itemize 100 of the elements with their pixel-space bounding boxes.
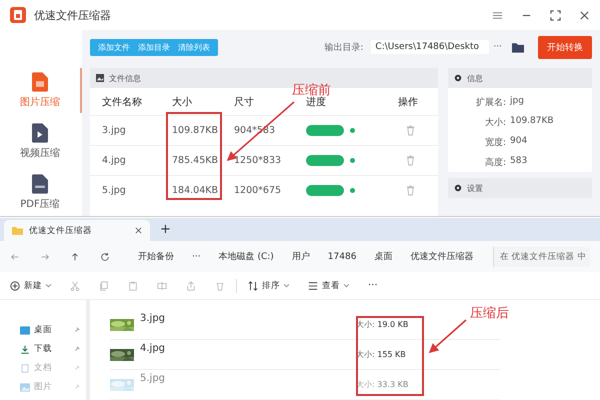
breadcrumb-item[interactable]: 优速文件压缩器 (410, 250, 474, 264)
search-field[interactable]: 在 优速文件压缩器 中 (493, 246, 590, 267)
folder-icon[interactable] (512, 42, 524, 52)
table-cell-text: 3.jpg (102, 125, 127, 136)
field-value: jpg (510, 96, 525, 108)
annotation-label: 压缩前 (292, 84, 331, 97)
breadcrumb-item[interactable]: 开始备份 (138, 250, 174, 264)
file-name: 4.jpg (140, 343, 166, 354)
gear-icon (454, 74, 462, 82)
fullscreen-icon[interactable] (550, 10, 561, 20)
table-cell-text: 785.45KB (172, 155, 219, 166)
menu-icon[interactable] (492, 10, 503, 20)
start-button[interactable]: 开始转换 (538, 36, 592, 58)
field-label: 高度: (484, 156, 506, 169)
pin-icon[interactable] (74, 346, 80, 352)
sidebar-item[interactable]: 图片压缩 (0, 68, 82, 113)
breadcrumb-item[interactable]: 用户 (292, 250, 310, 264)
column-header: 尺寸 (234, 96, 254, 108)
trash-icon[interactable] (406, 155, 415, 166)
sort-button[interactable]: 排序 (248, 280, 289, 292)
scissors-icon[interactable] (70, 280, 80, 290)
table-cell-text: 4.jpg (102, 155, 127, 166)
file-name: 3.jpg (140, 313, 166, 324)
panel-title: 文件信息 (109, 72, 141, 84)
new-button[interactable]: 新建 (10, 280, 51, 292)
caret-icon (284, 284, 289, 288)
table-cell-text: 1200*675 (234, 185, 282, 196)
table-cell-text: 184.04KB (172, 185, 219, 196)
progress-bar (306, 125, 344, 136)
nav-label: 图片 (34, 381, 53, 393)
new-tab-button[interactable]: + (160, 222, 171, 238)
breadcrumb-item[interactable]: ··· (192, 252, 201, 262)
column-header: 操作 (398, 96, 418, 108)
nav-label: 下载 (34, 343, 53, 355)
trash-icon[interactable] (406, 185, 415, 196)
breadcrumb-item[interactable]: 桌面 (374, 250, 392, 264)
panel-title: 设置 (467, 182, 483, 194)
sidebar-item[interactable]: PDF压缩 (0, 170, 82, 215)
back-arrow-icon[interactable] (10, 252, 20, 262)
field-label: 扩展名: (474, 96, 506, 109)
caret-icon (344, 284, 349, 288)
field-label: 宽度: (484, 136, 506, 149)
video-file-icon (32, 123, 48, 143)
list-icon (308, 280, 318, 290)
sort-arrows-icon (248, 280, 258, 290)
window-title: 优速文件压缩器 (34, 8, 111, 22)
rename-icon[interactable] (157, 280, 167, 290)
close-icon[interactable] (135, 227, 142, 234)
nav-label: 文档 (34, 362, 53, 374)
refresh-icon[interactable] (100, 252, 110, 262)
gear-icon (454, 184, 462, 192)
status-dot (350, 158, 355, 163)
more-button[interactable]: ··· (493, 42, 502, 52)
copy-icon[interactable] (99, 280, 109, 290)
address-bar[interactable]: 开始备份 ··· 本地磁盘 (C:) 用户 17486 桌面 优速文件压缩器 (134, 250, 473, 264)
image-icon (96, 74, 104, 82)
close-icon[interactable] (579, 10, 590, 20)
view-button[interactable]: 查看 (308, 280, 349, 292)
table-cell-text: 1250*833 (234, 155, 282, 166)
status-dot (350, 128, 355, 133)
field-value: 109.87KB (510, 116, 555, 128)
table-cell-text: 5.jpg (102, 185, 127, 196)
breadcrumb-item[interactable]: 本地磁盘 (C:) (218, 250, 274, 264)
app-logo-icon (10, 7, 26, 23)
column-header: 进度 (306, 96, 326, 108)
folder-icon (12, 226, 23, 236)
nav-item[interactable]: 下载 (0, 341, 86, 357)
more-button[interactable]: ··· (368, 280, 378, 291)
desktop-icon (20, 326, 30, 334)
clipboard-icon[interactable] (128, 280, 138, 290)
nav-label: 桌面 (34, 324, 53, 336)
annotation-arrow (428, 319, 467, 354)
image-file-icon (32, 72, 48, 92)
status-dot (350, 188, 355, 193)
nav-item[interactable]: 桌面 (0, 322, 86, 338)
forward-arrow-icon[interactable] (40, 252, 50, 262)
up-arrow-icon[interactable] (70, 252, 80, 262)
progress-bar (306, 155, 344, 166)
panel-title: 信息 (467, 72, 483, 84)
share-icon[interactable] (186, 280, 196, 290)
output-label: 输出目录: (324, 42, 364, 54)
document-icon (20, 364, 30, 372)
sidebar-item[interactable]: 视频压缩 (0, 119, 82, 164)
column-header: 文件名称 (102, 96, 142, 108)
trash-icon[interactable] (406, 125, 415, 136)
field-label: 大小: (484, 116, 506, 129)
delete-icon[interactable] (215, 280, 225, 290)
plus-circle-icon (10, 280, 20, 290)
field-value: 583 (510, 156, 528, 168)
progress-bar (306, 185, 344, 196)
table-cell-text: 109.87KB (172, 125, 219, 136)
pin-icon[interactable] (74, 327, 80, 333)
image-icon (20, 382, 30, 392)
field-value: 904 (510, 136, 528, 148)
breadcrumb-item[interactable]: 17486 (328, 252, 356, 262)
caret-icon (46, 284, 51, 288)
tab[interactable]: 优速文件压缩器 (4, 220, 150, 242)
output-path-field[interactable]: C:\Users\17486\Deskto (371, 40, 490, 54)
document-icon (32, 174, 48, 194)
download-icon (20, 344, 30, 354)
